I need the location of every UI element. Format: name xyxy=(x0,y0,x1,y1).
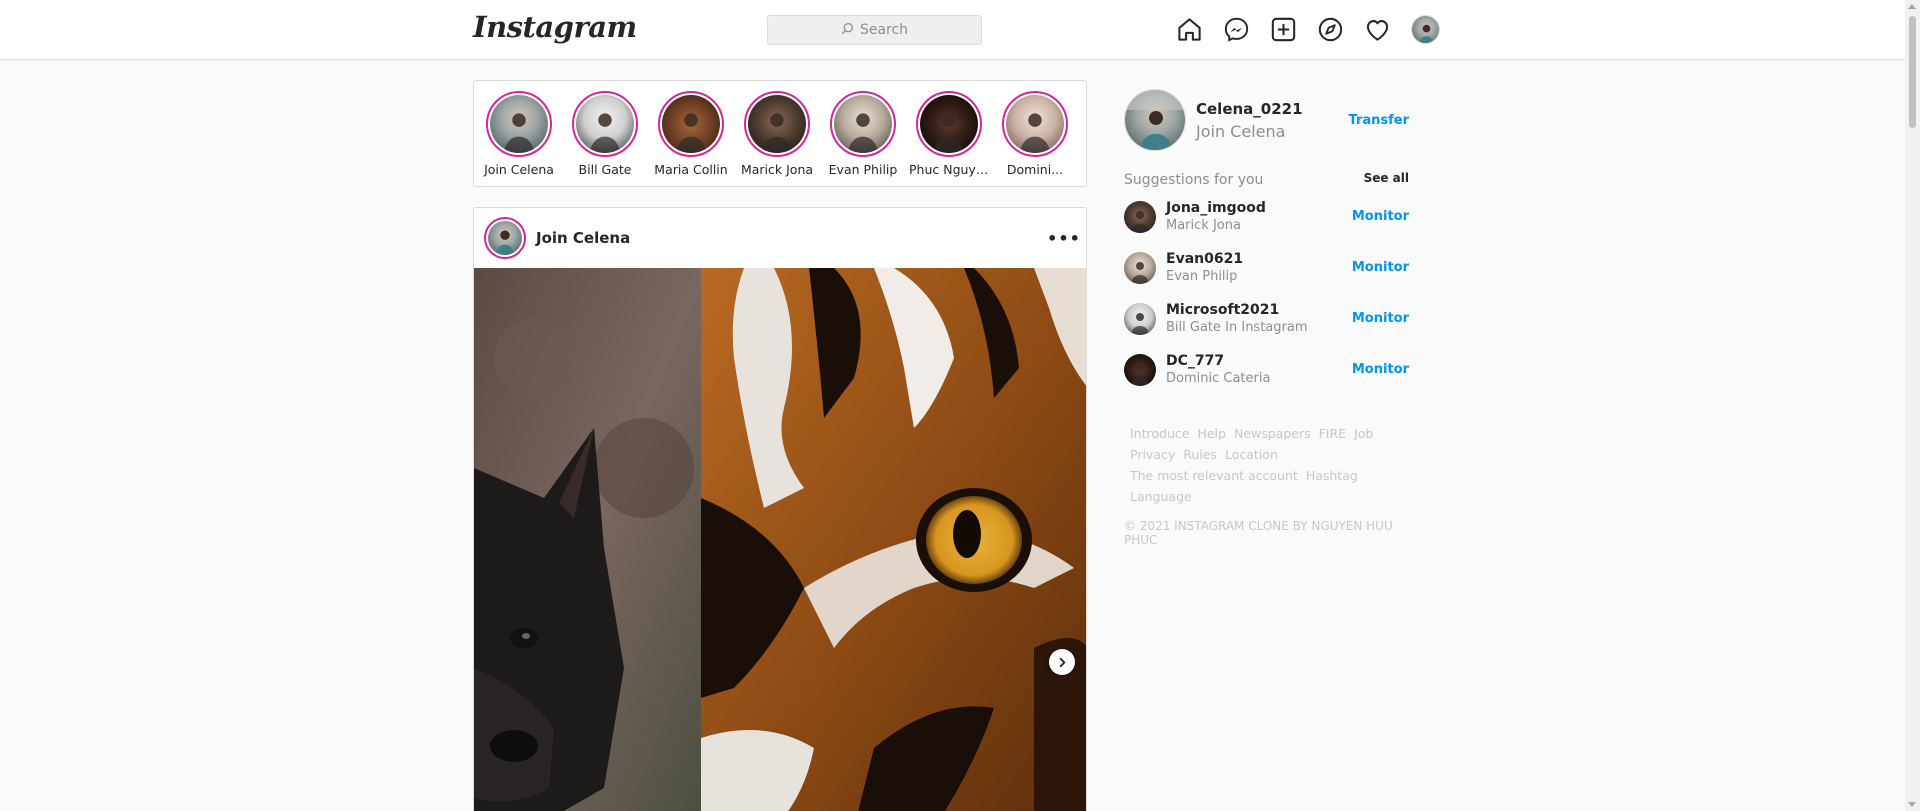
post-author-avatar[interactable] xyxy=(484,217,526,259)
story-item[interactable]: Bill Gate xyxy=(565,91,645,177)
search-input[interactable]: Search xyxy=(767,15,982,45)
suggestion-item: Evan0621 Evan Philip Monitor xyxy=(1124,242,1409,293)
scroll-down-arrow[interactable] xyxy=(1908,802,1916,807)
story-name: Phuc Nguyen xyxy=(909,162,989,177)
suggestion-item: Jona_imgood Marick Jona Monitor xyxy=(1124,191,1409,242)
copyright: © 2021 INSTAGRAM CLONE BY NGUYEN HUU PHU… xyxy=(1124,519,1393,547)
suggestion-username[interactable]: Jona_imgood xyxy=(1166,200,1266,216)
story-item[interactable]: Domini... xyxy=(995,91,1075,177)
chevron-right-icon xyxy=(1057,653,1068,672)
footer-link[interactable]: The most relevant account xyxy=(1130,467,1298,484)
more-options-icon[interactable]: ••• xyxy=(1047,226,1080,250)
footer-link[interactable]: Introduce xyxy=(1130,425,1189,442)
suggestion-avatar[interactable] xyxy=(1124,251,1156,284)
story-item[interactable]: Marick Jona xyxy=(737,91,817,177)
post-header: Join Celena ••• xyxy=(474,208,1086,268)
footer-link[interactable]: Language xyxy=(1130,488,1192,505)
suggestion-item: DC_777 Dominic Cateria Monitor xyxy=(1124,344,1409,395)
page-scrollbar[interactable] xyxy=(1905,0,1920,811)
post-image[interactable] xyxy=(474,268,1086,811)
footer-link[interactable]: FIRE xyxy=(1319,425,1346,442)
right-sidebar: Celena_0221 Join Celena Transfer Suggest… xyxy=(1124,88,1409,547)
explore-icon[interactable] xyxy=(1317,16,1344,43)
story-avatar[interactable] xyxy=(1002,91,1068,157)
footer-link[interactable]: Hashtag xyxy=(1306,467,1358,484)
search-placeholder: Search xyxy=(859,22,909,38)
suggestion-fullname: Bill Gate In Instagram xyxy=(1166,320,1308,335)
suggestion-fullname: Evan Philip xyxy=(1166,269,1238,284)
story-name: Maria Collin xyxy=(654,162,728,177)
suggestion-fullname: Marick Jona xyxy=(1166,218,1241,233)
search-icon xyxy=(841,22,854,39)
footer: Introduce Help Newspapers FIRE Job Privacy Rul… xyxy=(1124,425,1409,547)
current-username[interactable]: Celena_0221 xyxy=(1196,100,1303,118)
suggestion-item: Microsoft2021 Bill Gate In Instagram Monit… xyxy=(1124,293,1409,344)
story-name: Evan Philip xyxy=(828,162,898,177)
monitor-button[interactable]: Monitor xyxy=(1352,209,1409,224)
monitor-button[interactable]: Monitor xyxy=(1352,311,1409,326)
stories-bar: Join Celena Bill Gate Maria Collin Marick J… xyxy=(473,80,1087,187)
current-user: Celena_0221 Join Celena Transfer xyxy=(1124,88,1409,152)
story-avatar[interactable] xyxy=(916,91,982,157)
current-fullname: Join Celena xyxy=(1196,121,1286,141)
story-avatar[interactable] xyxy=(486,91,552,157)
suggestion-username[interactable]: Microsoft2021 xyxy=(1166,302,1308,318)
post-author-name[interactable]: Join Celena xyxy=(536,229,630,247)
story-avatar[interactable] xyxy=(744,91,810,157)
suggestion-avatar[interactable] xyxy=(1124,200,1156,233)
scroll-up-arrow[interactable] xyxy=(1908,4,1916,9)
footer-link[interactable]: Job xyxy=(1354,425,1373,442)
story-name: Domini... xyxy=(1006,162,1064,177)
feed-post: Join Celena ••• xyxy=(473,207,1087,811)
monitor-button[interactable]: Monitor xyxy=(1352,260,1409,275)
story-item[interactable]: Maria Collin xyxy=(651,91,731,177)
story-item[interactable]: Phuc Nguyen xyxy=(909,91,989,177)
story-item[interactable]: Evan Philip xyxy=(823,91,903,177)
scroll-thumb[interactable] xyxy=(1909,16,1916,128)
footer-link[interactable]: Newspapers xyxy=(1234,425,1311,442)
home-icon[interactable] xyxy=(1176,16,1203,43)
suggestion-fullname: Dominic Cateria xyxy=(1166,371,1271,386)
suggestions-list: Jona_imgood Marick Jona Monitor Evan0621 Eva… xyxy=(1124,191,1409,395)
suggestions-title: Suggestions for you xyxy=(1124,172,1264,188)
next-image-button[interactable] xyxy=(1049,649,1075,675)
story-avatar[interactable] xyxy=(830,91,896,157)
footer-link[interactable]: Location xyxy=(1225,446,1278,463)
nav-icons xyxy=(1176,15,1440,44)
story-name: Marick Jona xyxy=(740,162,814,177)
footer-link[interactable]: Rules xyxy=(1183,446,1217,463)
profile-avatar[interactable] xyxy=(1411,15,1440,44)
suggestions-header: Suggestions for you See all xyxy=(1124,169,1409,188)
story-avatar[interactable] xyxy=(658,91,724,157)
messenger-icon[interactable] xyxy=(1223,16,1250,43)
instagram-logo[interactable]: Instagram xyxy=(473,10,637,44)
see-all-link[interactable]: See all xyxy=(1364,171,1409,185)
suggestion-avatar[interactable] xyxy=(1124,353,1156,386)
footer-links: Introduce Help Newspapers FIRE Job Privacy Rul… xyxy=(1130,425,1420,505)
transfer-button[interactable]: Transfer xyxy=(1349,113,1410,128)
suggestion-username[interactable]: DC_777 xyxy=(1166,353,1270,369)
top-navbar: Instagram Search xyxy=(0,0,1905,60)
new-post-icon[interactable] xyxy=(1270,16,1297,43)
current-user-avatar[interactable] xyxy=(1124,89,1186,151)
monitor-button[interactable]: Monitor xyxy=(1352,362,1409,377)
suggestion-avatar[interactable] xyxy=(1124,302,1156,335)
story-name: Bill Gate xyxy=(578,162,632,177)
footer-link[interactable]: Help xyxy=(1197,425,1226,442)
story-item[interactable]: Join Celena xyxy=(479,91,559,177)
activity-heart-icon[interactable] xyxy=(1364,16,1391,43)
footer-link[interactable]: Privacy xyxy=(1130,446,1175,463)
story-avatar[interactable] xyxy=(572,91,638,157)
story-name: Join Celena xyxy=(484,162,554,177)
suggestion-username[interactable]: Evan0621 xyxy=(1166,251,1243,267)
